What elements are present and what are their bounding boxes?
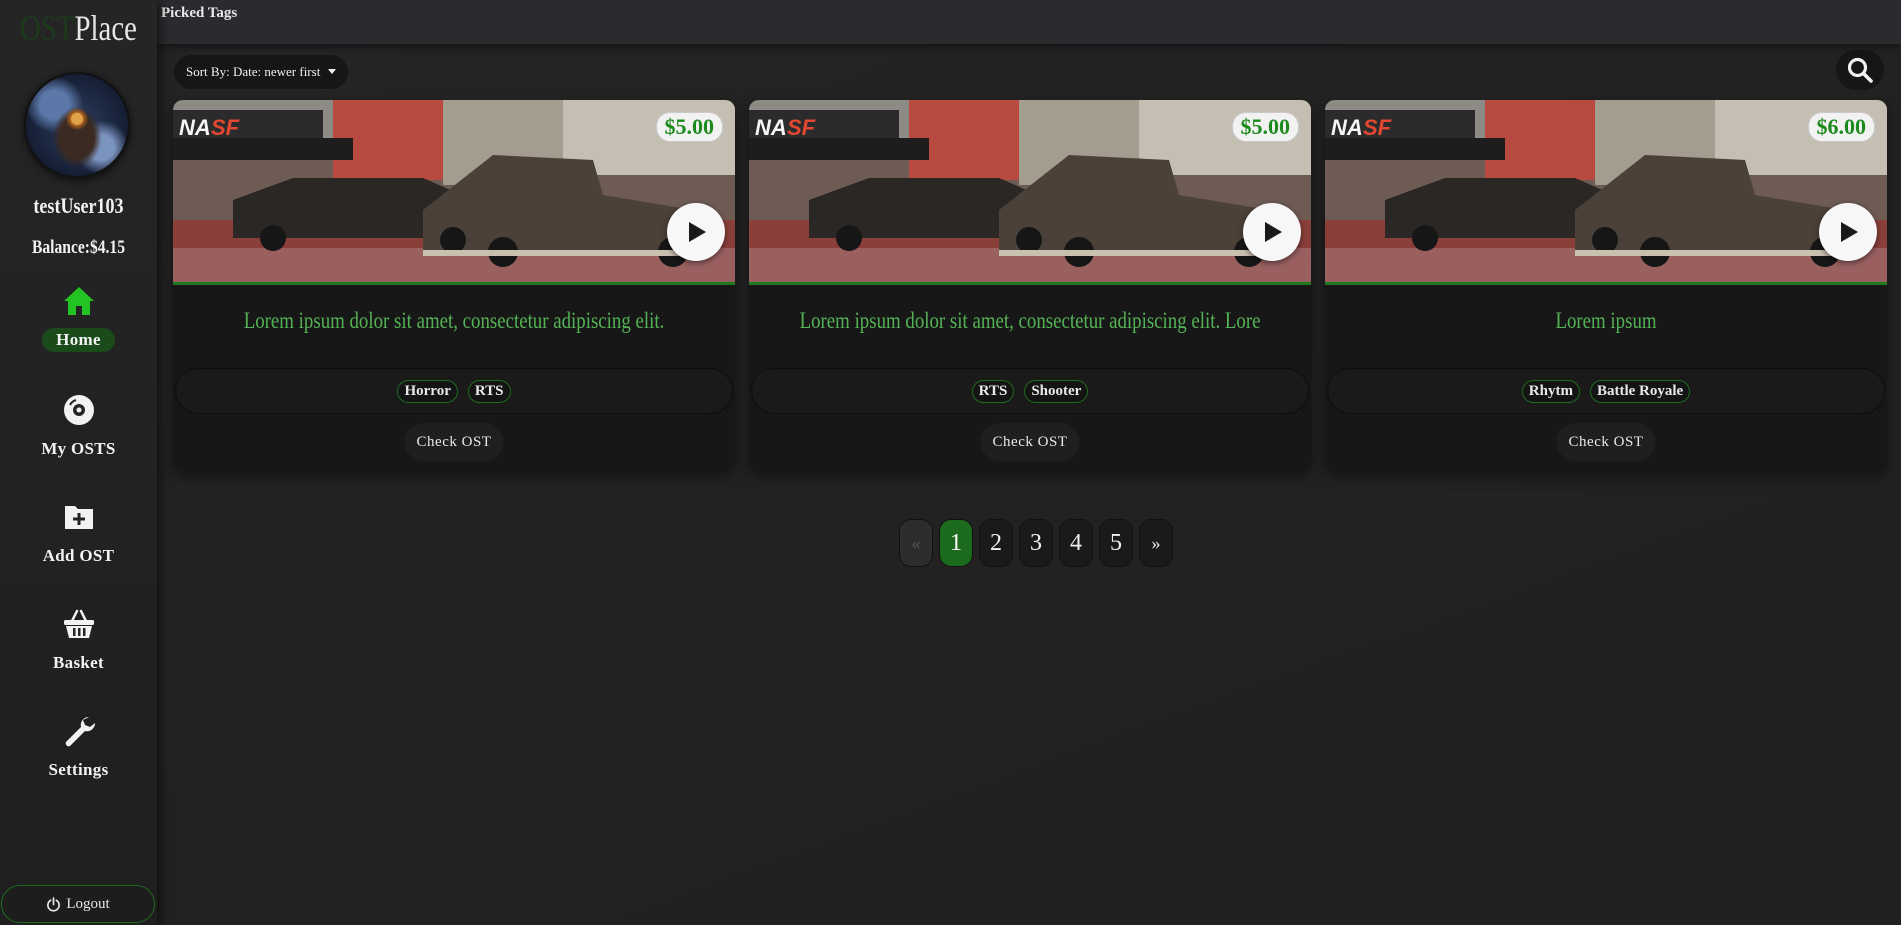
power-icon — [47, 896, 61, 912]
tag-chip[interactable]: RTS — [971, 379, 1015, 403]
card-title: Lorem ipsum dolor sit amet, consectetur … — [799, 308, 1261, 333]
brand-prefix: OST — [20, 8, 75, 48]
card-title: Lorem ipsum — [1555, 308, 1657, 333]
play-icon — [1265, 222, 1282, 242]
avatar — [24, 72, 130, 178]
sidebar: OSTPlace testUser103 Balance:$4.15 Home … — [0, 0, 157, 925]
play-button[interactable] — [667, 203, 725, 261]
nav-item-settings[interactable]: Settings — [0, 714, 157, 804]
ost-card: NA SF $5.00 Lorem ipsum dolor sit amet, … — [749, 100, 1311, 470]
svg-text:SF: SF — [1363, 115, 1392, 140]
ost-card-list: NA SF $5.00 Lorem ipsum dolor sit amet, … — [165, 100, 1887, 470]
svg-text:SF: SF — [787, 115, 816, 140]
pagination-page-5[interactable]: 5 — [1099, 519, 1133, 567]
pagination-next-button[interactable]: » — [1139, 519, 1173, 567]
tag-chip[interactable]: RTS — [467, 379, 511, 403]
card-cover-image: NA SF $5.00 — [173, 100, 735, 285]
nav-label-settings: Settings — [48, 760, 109, 779]
pagination-page-4[interactable]: 4 — [1059, 519, 1093, 567]
home-icon — [63, 287, 94, 315]
sort-label: Sort By: Date: newer first — [186, 64, 321, 79]
logout-button[interactable]: Logout — [1, 885, 155, 923]
svg-text:SF: SF — [211, 115, 240, 140]
tag-chip[interactable]: Horror — [397, 379, 458, 403]
sort-dropdown[interactable]: Sort By: Date: newer first — [174, 55, 349, 89]
tag-chip[interactable]: Battle Royale — [1589, 379, 1691, 403]
tag-bar: Rhytm Battle Royale — [1327, 368, 1885, 414]
pagination-page-3[interactable]: 3 — [1019, 519, 1053, 567]
tag-bar: Horror RTS — [175, 368, 733, 414]
search-icon — [1847, 57, 1873, 83]
tag-chip[interactable]: Shooter — [1024, 379, 1089, 403]
card-cover-image: NA SF $6.00 — [1325, 100, 1887, 285]
topbar: Picked Tags — [157, 0, 1901, 44]
play-button[interactable] — [1243, 203, 1301, 261]
play-icon — [689, 222, 706, 242]
nav-label-basket: Basket — [53, 653, 104, 672]
main-content: Sort By: Date: newer first NA SF $5.00 L… — [157, 44, 1901, 925]
svg-text:NA: NA — [755, 115, 787, 140]
play-button[interactable] — [1819, 203, 1877, 261]
brand-name: Place — [74, 8, 137, 48]
nav-label-home: Home — [42, 328, 115, 352]
ost-card: NA SF $5.00 Lorem ipsum dolor sit amet, … — [173, 100, 735, 470]
nav-item-home[interactable]: Home — [0, 284, 157, 374]
tag-chip[interactable]: Rhytm — [1521, 379, 1580, 403]
price-badge: $5.00 — [655, 112, 723, 142]
search-button[interactable] — [1836, 50, 1884, 90]
basket-icon — [63, 609, 94, 638]
nav-item-add-ost[interactable]: Add OST — [0, 500, 157, 590]
price-badge: $5.00 — [1231, 112, 1299, 142]
nav-item-basket[interactable]: Basket — [0, 607, 157, 697]
card-title: Lorem ipsum dolor sit amet, consectetur … — [243, 308, 665, 333]
picked-tags-title: Picked Tags — [161, 5, 238, 21]
nav-item-my-osts[interactable]: My OSTS — [0, 393, 157, 483]
caret-down-icon — [328, 68, 337, 74]
pagination-page-2[interactable]: 2 — [979, 519, 1013, 567]
balance: Balance:$4.15 — [31, 237, 126, 258]
ost-card: NA SF $6.00 Lorem ipsum Rhytm Battle Roy… — [1325, 100, 1887, 470]
price-badge: $6.00 — [1807, 112, 1875, 142]
check-ost-button[interactable]: Check OST — [980, 423, 1080, 461]
svg-text:NA: NA — [1331, 115, 1363, 140]
check-ost-button[interactable]: Check OST — [404, 423, 504, 461]
card-cover-image: NA SF $5.00 — [749, 100, 1311, 285]
disc-icon — [63, 395, 94, 425]
pagination-page-1[interactable]: 1 — [939, 519, 973, 567]
pagination-prev-button[interactable]: « — [899, 519, 933, 567]
brand-logo[interactable]: OSTPlace — [16, 6, 142, 50]
folder-plus-icon — [64, 506, 93, 529]
play-icon — [1841, 222, 1858, 242]
svg-text:NA: NA — [179, 115, 211, 140]
nav-label-add-ost: Add OST — [42, 546, 115, 565]
wrench-icon — [65, 716, 95, 747]
nav-label-my-osts: My OSTS — [41, 439, 116, 458]
tag-bar: RTS Shooter — [751, 368, 1309, 414]
logout-label: Logout — [66, 895, 110, 912]
check-ost-button[interactable]: Check OST — [1556, 423, 1656, 461]
username: testUser103 — [33, 193, 124, 218]
pagination: « 1 2 3 4 5 » — [899, 519, 1173, 567]
